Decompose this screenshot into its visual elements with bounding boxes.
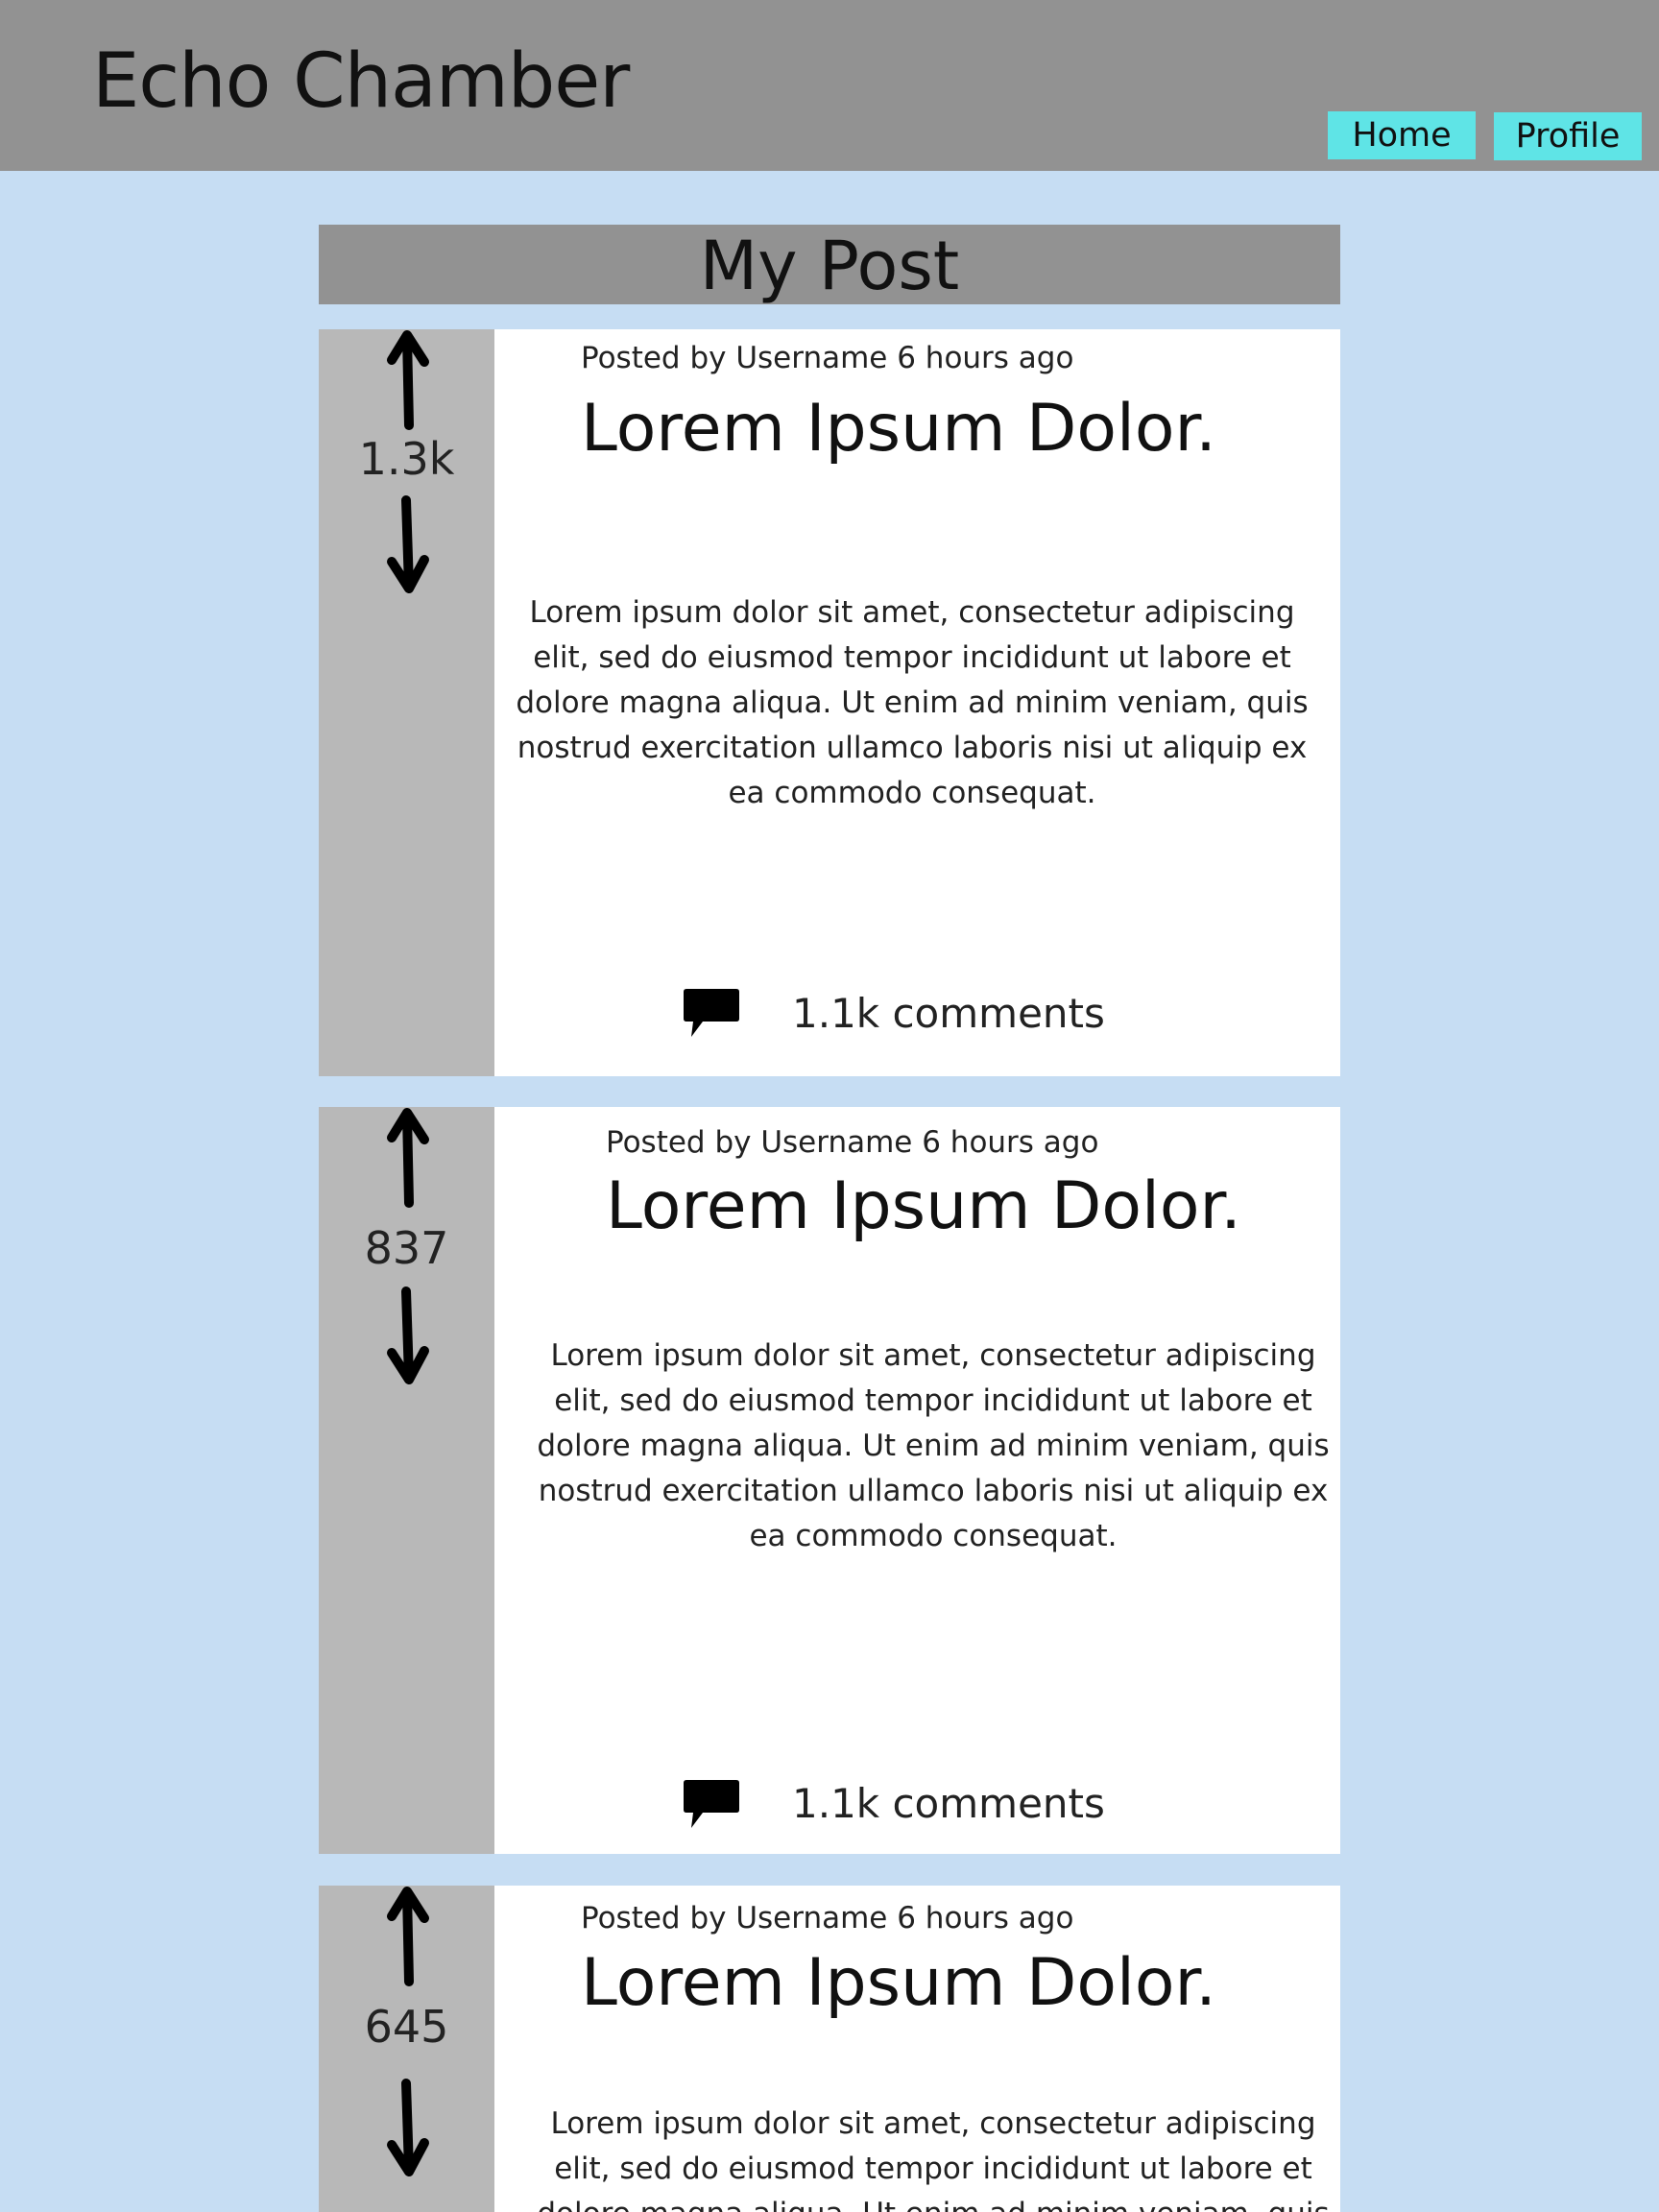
vote-count: 1.3k: [358, 433, 455, 485]
post-title[interactable]: Lorem Ipsum Dolor.: [581, 1951, 1216, 2016]
comment-icon[interactable]: [682, 988, 741, 1040]
arrow-up-icon[interactable]: [371, 1886, 447, 1991]
post-title[interactable]: Lorem Ipsum Dolor.: [606, 1174, 1241, 1239]
arrow-up-icon[interactable]: [371, 1107, 447, 1213]
post-card: 645 Posted by Username 6 hours ago Lorem…: [319, 1886, 1340, 2212]
post-title[interactable]: Lorem Ipsum Dolor.: [581, 397, 1216, 462]
app-title: Echo Chamber: [92, 38, 630, 125]
top-header: Echo Chamber Home Profile: [0, 0, 1659, 171]
home-button[interactable]: Home: [1328, 111, 1476, 159]
post-card: 837 Posted by Username 6 hours ago Lorem…: [319, 1107, 1340, 1854]
page-title: My Post: [319, 225, 1340, 305]
comment-icon[interactable]: [682, 1779, 741, 1831]
arrow-up-icon[interactable]: [371, 329, 447, 435]
arrow-down-icon[interactable]: [371, 494, 447, 600]
post-body: Lorem ipsum dolor sit amet, consectetur …: [537, 1338, 1330, 1553]
vote-count: 645: [364, 2001, 449, 2053]
post-meta: Posted by Username 6 hours ago: [581, 341, 1074, 375]
vote-column: 645: [319, 1886, 494, 2212]
vote-count: 837: [364, 1222, 449, 1274]
arrow-down-icon[interactable]: [371, 2078, 447, 2183]
post-meta: Posted by Username 6 hours ago: [606, 1125, 1099, 1160]
post-body: Lorem ipsum dolor sit amet, consectetur …: [516, 595, 1309, 810]
post-card: 1.3k Posted by Username 6 hours ago Lore…: [319, 329, 1340, 1076]
post-meta: Posted by Username 6 hours ago: [581, 1901, 1074, 1936]
comment-count[interactable]: 1.1k comments: [792, 994, 1105, 1034]
vote-column: 837: [319, 1107, 494, 1854]
post-body: Lorem ipsum dolor sit amet, consectetur …: [537, 2106, 1329, 2212]
comment-count[interactable]: 1.1k comments: [792, 1784, 1105, 1824]
arrow-down-icon[interactable]: [371, 1286, 447, 1391]
profile-button[interactable]: Profile: [1494, 112, 1642, 160]
vote-column: 1.3k: [319, 329, 494, 1076]
